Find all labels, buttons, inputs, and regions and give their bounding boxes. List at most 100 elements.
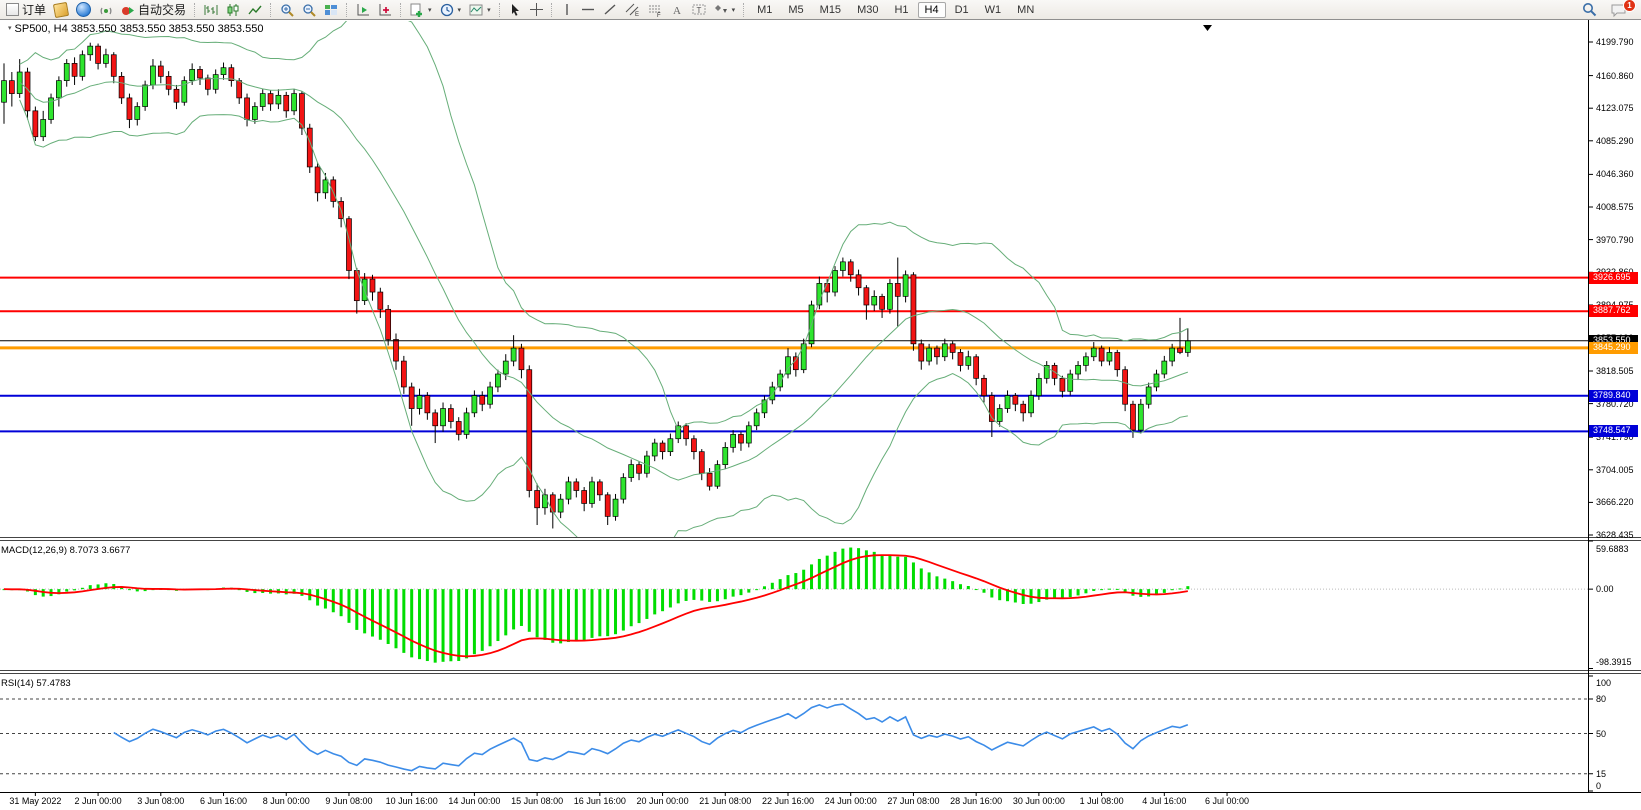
crosshair-button[interactable] — [526, 2, 547, 18]
search-button[interactable] — [1578, 2, 1601, 18]
date-label: 31 May 2022 — [9, 796, 61, 806]
tf-M30[interactable]: M30 — [850, 2, 885, 18]
price-axis-tick: 3666.220 — [1596, 497, 1634, 507]
price-line-label: 3887.762 — [1589, 305, 1638, 317]
indicators-icon — [356, 3, 370, 17]
channel-icon: E — [625, 3, 640, 17]
signals-button[interactable] — [95, 2, 117, 18]
text-button[interactable]: A — [667, 2, 688, 18]
date-label: 22 Jun 16:00 — [762, 796, 814, 806]
tile-windows-icon — [324, 3, 338, 17]
date-label: 3 Jun 08:00 — [137, 796, 184, 806]
horizontal-line-button[interactable] — [577, 2, 599, 18]
price-axis-tick: 4123.075 — [1596, 103, 1634, 113]
zoom-out-button[interactable] — [298, 2, 320, 18]
price-chart-canvas[interactable] — [0, 0, 1641, 810]
candlestick-chart-button[interactable] — [222, 2, 244, 18]
tf-M15[interactable]: M15 — [813, 2, 848, 18]
autotrade-label: 自动交易 — [138, 1, 186, 18]
autotrading-button[interactable]: 自动交易 — [117, 2, 190, 18]
toolbar-separator — [743, 3, 745, 17]
tf-MN[interactable]: MN — [1010, 2, 1041, 18]
autotrade-icon — [121, 3, 135, 17]
toolbar-separator — [194, 3, 196, 17]
shapes-dropdown[interactable]: ▾ — [710, 2, 740, 18]
symbol-marker-icon: ▾ — [8, 25, 12, 32]
notifications-button[interactable]: 1 — [1607, 2, 1631, 18]
tf-M1[interactable]: M1 — [750, 2, 779, 18]
price-axis-tick: 3818.505 — [1596, 366, 1634, 376]
zoom-in-button[interactable] — [276, 2, 298, 18]
tf-M5[interactable]: M5 — [781, 2, 810, 18]
rsi-axis-tick: 0 — [1596, 781, 1601, 791]
rsi-axis-tick: 100 — [1596, 678, 1611, 688]
label-icon: T — [692, 3, 706, 16]
main-toolbar: 订单 自动交易 — [0, 0, 1641, 20]
price-axis-tick: 4160.860 — [1596, 71, 1634, 81]
globe-icon — [76, 2, 91, 17]
date-label: 1 Jul 08:00 — [1080, 796, 1124, 806]
search-icon — [1582, 2, 1597, 17]
bar-chart-button[interactable] — [200, 2, 222, 18]
add-indicator-button[interactable] — [374, 2, 396, 18]
date-label: 8 Jun 00:00 — [263, 796, 310, 806]
date-label: 4 Jul 16:00 — [1142, 796, 1186, 806]
svg-text:E: E — [635, 12, 639, 17]
new-chart-icon — [410, 3, 424, 17]
trendline-button[interactable] — [599, 2, 621, 18]
price-line-label: 3845.290 — [1589, 342, 1638, 354]
chart-area: ▾SP500, H4 3853.550 3853.550 3853.550 38… — [0, 0, 1641, 810]
svg-text:A: A — [673, 5, 681, 16]
line-chart-button[interactable] — [244, 2, 266, 18]
notification-badge: 1 — [1623, 0, 1636, 12]
tf-H1[interactable]: H1 — [887, 2, 915, 18]
text-icon: A — [671, 3, 684, 16]
order-label: 订单 — [22, 1, 46, 18]
cursor-button[interactable] — [505, 2, 526, 18]
date-label: 6 Jul 00:00 — [1205, 796, 1249, 806]
channel-button[interactable]: E — [621, 2, 644, 18]
rsi-axis-tick: 15 — [1596, 769, 1606, 779]
price-axis-tick: 4085.290 — [1596, 136, 1634, 146]
date-label: 16 Jun 16:00 — [574, 796, 626, 806]
zoom-in-icon — [280, 3, 294, 17]
tf-D1[interactable]: D1 — [948, 2, 976, 18]
fibonacci-button[interactable]: F — [644, 2, 667, 18]
timeframe-switcher: M1M5M15M30H1H4D1W1MN — [749, 2, 1042, 18]
date-label: 9 Jun 08:00 — [325, 796, 372, 806]
toolbar-separator — [499, 3, 501, 17]
rsi-label: RSI(14) 57.4783 — [1, 678, 71, 689]
notes-icon — [53, 1, 69, 17]
zoom-out-icon — [302, 3, 316, 17]
period-dropdown[interactable]: ▾ — [436, 2, 466, 18]
vertical-line-button[interactable] — [557, 2, 577, 18]
date-label: 24 Jun 00:00 — [825, 796, 877, 806]
market-browser-button[interactable] — [72, 2, 95, 18]
price-axis-tick: 4046.360 — [1596, 169, 1634, 179]
shapes-icon — [714, 3, 728, 16]
symbol-header-text: SP500, H4 3853.550 3853.550 3853.550 385… — [15, 23, 264, 35]
svg-text:T: T — [696, 6, 701, 15]
tf-H4[interactable]: H4 — [918, 2, 946, 18]
tile-windows-button[interactable] — [320, 2, 342, 18]
crosshair-icon — [530, 3, 543, 16]
price-axis-tick: 3628.435 — [1596, 530, 1634, 540]
macd-axis-tick: -98.3915 — [1596, 657, 1632, 667]
chevron-down-icon: ▾ — [487, 6, 491, 14]
date-label: 2 Jun 00:00 — [75, 796, 122, 806]
indicators-button[interactable] — [352, 2, 374, 18]
template-dropdown[interactable]: ▾ — [465, 2, 495, 18]
chevron-down-icon: ▾ — [732, 6, 736, 14]
date-label: 27 Jun 08:00 — [887, 796, 939, 806]
tf-W1[interactable]: W1 — [978, 2, 1009, 18]
new-order-button[interactable]: 订单 — [2, 2, 50, 18]
macd-label: MACD(12,26,9) 8.7073 3.6677 — [1, 545, 130, 556]
fibonacci-icon: F — [648, 3, 663, 17]
date-label: 21 Jun 08:00 — [699, 796, 751, 806]
new-chart-dropdown[interactable]: ▾ — [406, 2, 436, 18]
date-label: 6 Jun 16:00 — [200, 796, 247, 806]
clock-icon — [440, 3, 454, 17]
signal-icon — [99, 3, 113, 17]
label-button[interactable]: T — [688, 2, 710, 18]
quotes-button[interactable] — [50, 2, 72, 18]
